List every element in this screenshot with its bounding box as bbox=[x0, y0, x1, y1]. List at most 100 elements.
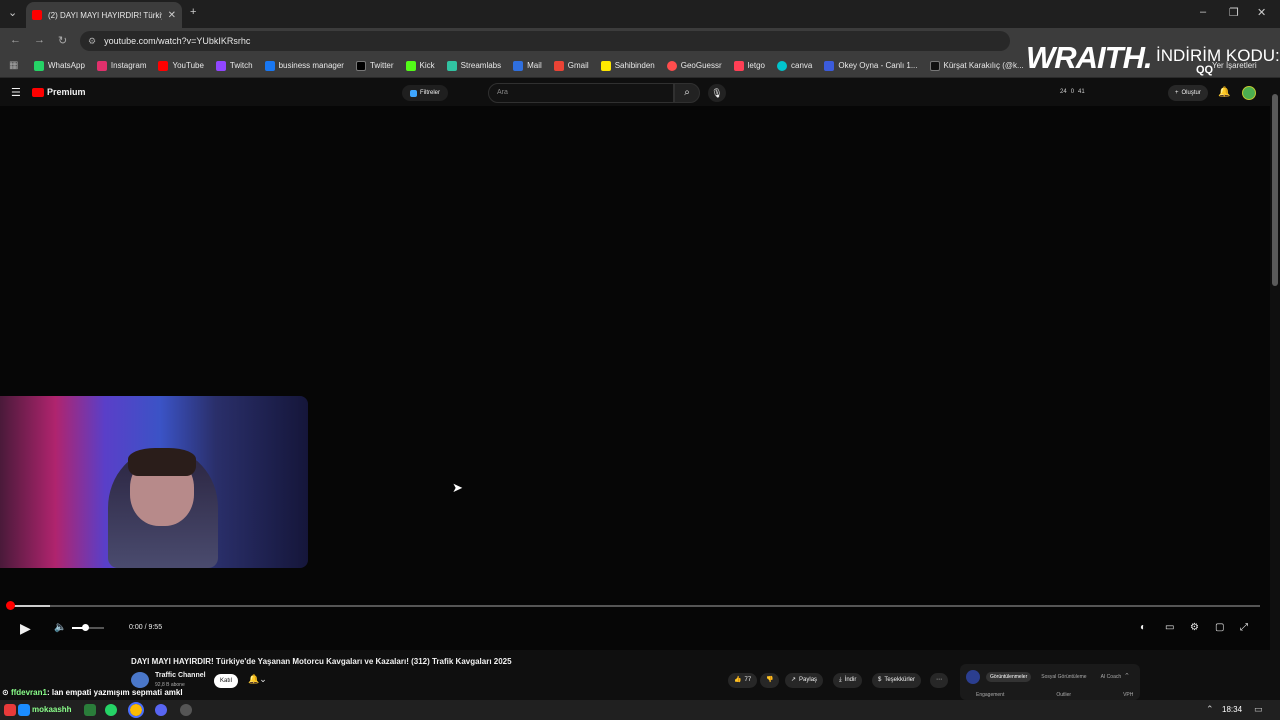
taskbar-app-label[interactable]: mokaashh bbox=[32, 705, 72, 714]
browser-title-bar: ⌄ (2) DAYI MAYI HAYIRDIR! Türkiy ✕ + – ❐… bbox=[0, 0, 1280, 28]
bookmark-twitter[interactable]: Twitter bbox=[355, 60, 394, 71]
search-icon[interactable]: ⌕ bbox=[674, 83, 700, 103]
discount-code-label: İNDİRİM KODU: bbox=[1156, 46, 1280, 65]
bookmark-geoguessr[interactable]: GeoGuessr bbox=[666, 60, 722, 71]
new-tab-icon[interactable]: + bbox=[190, 6, 196, 18]
subtitles-icon[interactable]: ▭ bbox=[1165, 622, 1174, 633]
settings-gear-icon[interactable]: ⚙ bbox=[1190, 622, 1199, 633]
canva-icon bbox=[777, 60, 787, 71]
collapse-icon[interactable]: ⌃ bbox=[1124, 672, 1130, 680]
forward-icon[interactable]: → bbox=[34, 34, 45, 46]
taskbar-app-icon-3[interactable] bbox=[84, 704, 96, 716]
taskbar-app-icon-2[interactable] bbox=[18, 704, 30, 716]
bookmark-whatsapp[interactable]: WhatsApp bbox=[34, 60, 85, 71]
bookmark-kick[interactable]: Kick bbox=[405, 60, 435, 71]
close-tab-icon[interactable]: ✕ bbox=[168, 10, 176, 21]
youtube-premium-logo[interactable]: Premium bbox=[32, 87, 86, 97]
sponsor-logo: WRAITH. bbox=[1026, 40, 1153, 75]
youtube-header: ☰ Premium Filtreler Ara ⌕ 🎙 24 0 41 + Olu… bbox=[0, 80, 1280, 106]
subscription-bell-icon[interactable]: 🔔⌄ bbox=[248, 674, 267, 685]
okey-icon bbox=[824, 60, 835, 71]
tray-expand-icon[interactable]: ⌃ bbox=[1206, 704, 1214, 715]
channel-name[interactable]: Traffic Channel bbox=[155, 672, 206, 679]
join-button[interactable]: Katıl bbox=[214, 674, 239, 688]
youtube-play-icon bbox=[32, 87, 44, 97]
tab-social-views[interactable]: Sosyal Görüntüleme bbox=[1037, 672, 1090, 682]
bookmark-streamlabs[interactable]: Streamlabs bbox=[446, 60, 501, 71]
play-icon[interactable]: ▶ bbox=[20, 620, 31, 637]
bookmark-business-manager[interactable]: business manager bbox=[264, 60, 344, 71]
restore-icon[interactable]: ❐ bbox=[1229, 6, 1239, 19]
stat-zero: 0 bbox=[1070, 89, 1075, 95]
chrome-taskbar-icon[interactable] bbox=[128, 702, 144, 718]
more-actions-icon[interactable]: ⋯ bbox=[930, 673, 948, 688]
create-button[interactable]: + Oluştur bbox=[1168, 85, 1208, 101]
sahibinden-icon bbox=[600, 60, 611, 71]
video-title: DAYI MAYI HAYIRDIR! Türkiye'de Yaşanan M… bbox=[131, 657, 512, 666]
thanks-icon: $ bbox=[878, 677, 882, 683]
tab-ai-coach[interactable]: AI Coach bbox=[1097, 672, 1126, 682]
thanks-button[interactable]: $ Teşekkürler bbox=[872, 673, 922, 688]
tab-search-icon[interactable]: ⌄ bbox=[8, 6, 17, 19]
bookmark-sahibinden[interactable]: Sahibinden bbox=[600, 60, 655, 71]
theater-mode-icon[interactable]: ▢ bbox=[1215, 622, 1224, 633]
bookmark-youtube[interactable]: YouTube bbox=[158, 60, 204, 71]
address-bar[interactable]: ⚙ youtube.com/watch?v=YUbkIKRsrhc bbox=[80, 31, 1010, 51]
minimize-icon[interactable]: – bbox=[1200, 6, 1206, 18]
streamlabs-icon bbox=[446, 60, 457, 71]
bookmark-gmail[interactable]: Gmail bbox=[553, 60, 589, 71]
chat-badge-icon: ⊙ bbox=[2, 688, 11, 697]
microphone-icon[interactable]: 🎙 bbox=[708, 84, 726, 102]
youtube-icon bbox=[158, 60, 169, 71]
chat-username: ffdevran1 bbox=[10, 688, 47, 697]
volume-icon[interactable]: 🔈 bbox=[54, 622, 66, 633]
apps-grid-icon[interactable]: ▦ bbox=[9, 60, 18, 71]
bookmark-canva[interactable]: canva bbox=[777, 60, 812, 71]
meta-icon bbox=[264, 60, 275, 71]
tab-views[interactable]: Görüntülenmeler bbox=[986, 672, 1032, 682]
notifications-bell-icon[interactable]: 🔔 bbox=[1218, 87, 1230, 98]
taskbar-clock: 18:34 bbox=[1222, 705, 1243, 714]
close-window-icon[interactable]: ✕ bbox=[1257, 6, 1266, 19]
progress-bar[interactable] bbox=[10, 605, 1260, 607]
autoplay-toggle-icon[interactable]: ◐ bbox=[1140, 622, 1146, 633]
notification-center-icon[interactable]: ▭ bbox=[1254, 704, 1263, 715]
bookmark-mail[interactable]: Mail bbox=[513, 60, 542, 71]
video-player[interactable] bbox=[0, 106, 1270, 650]
download-button[interactable]: ⤓ İndir bbox=[833, 673, 863, 688]
progress-scrubber[interactable] bbox=[6, 601, 15, 610]
dislike-button[interactable]: 👎 bbox=[760, 673, 780, 688]
browser-tab[interactable]: (2) DAYI MAYI HAYIRDIR! Türkiy ✕ bbox=[26, 2, 182, 28]
discord-taskbar-icon[interactable] bbox=[155, 704, 167, 716]
scrollbar-thumb[interactable] bbox=[1272, 94, 1278, 286]
volume-handle[interactable] bbox=[82, 624, 89, 631]
chat-text: : lan empati yazmışım sepmati amkl bbox=[46, 688, 183, 697]
bookmark-twitch[interactable]: Twitch bbox=[215, 60, 253, 71]
share-icon: ↗ bbox=[791, 677, 797, 683]
analytics-panel: Görüntülenmeler Sosyal Görüntüleme AI Co… bbox=[960, 664, 1140, 700]
twitch-icon bbox=[215, 60, 226, 71]
header-outlier: Outlier bbox=[1056, 692, 1072, 698]
taskbar-app-icon-4[interactable] bbox=[180, 704, 192, 716]
bookmark-instagram[interactable]: Instagram bbox=[96, 60, 146, 71]
taskbar-app-icon-1[interactable] bbox=[4, 704, 16, 716]
site-info-icon[interactable]: ⚙ bbox=[88, 36, 96, 47]
menu-icon[interactable]: ☰ bbox=[11, 86, 21, 99]
whatsapp-taskbar-icon[interactable] bbox=[105, 704, 117, 716]
instagram-icon bbox=[96, 60, 107, 71]
analytics-logo-icon bbox=[966, 670, 980, 684]
account-avatar[interactable] bbox=[1242, 86, 1256, 100]
search-input[interactable]: Ara bbox=[488, 83, 674, 103]
kick-icon bbox=[405, 60, 416, 71]
like-button[interactable]: 👍 77 bbox=[728, 673, 758, 688]
bookmark-letgo[interactable]: letgo bbox=[733, 60, 765, 71]
bookmark-tiktok[interactable]: Kürşat Karakılıç (@k... bbox=[929, 60, 1024, 71]
back-icon[interactable]: ← bbox=[10, 34, 21, 46]
fullscreen-icon[interactable]: ⤢ bbox=[1240, 622, 1248, 633]
channel-avatar[interactable] bbox=[131, 672, 149, 688]
reload-icon[interactable]: ↻ bbox=[58, 34, 67, 47]
bookmark-okey[interactable]: Okey Oyna - Canlı 1... bbox=[824, 60, 918, 71]
share-button[interactable]: ↗ Paylaş bbox=[785, 673, 824, 688]
filters-button[interactable]: Filtreler bbox=[402, 85, 449, 101]
tab-title: (2) DAYI MAYI HAYIRDIR! Türkiy bbox=[48, 10, 162, 20]
